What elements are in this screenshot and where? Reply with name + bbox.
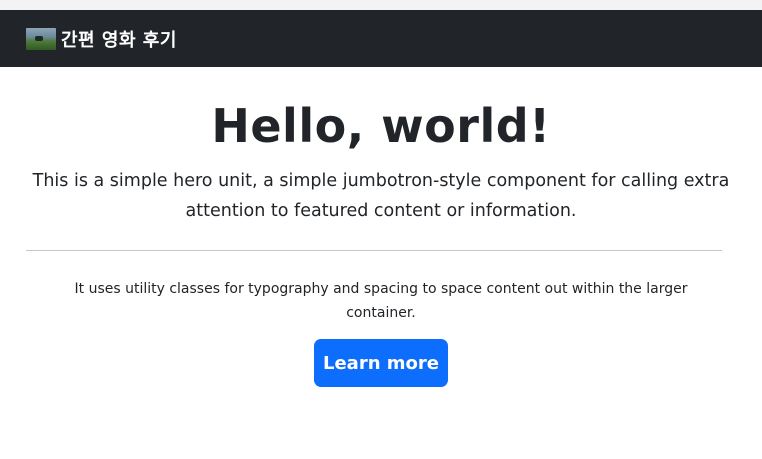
hero-lead-text: This is a simple hero unit, a simple jum… <box>32 171 730 221</box>
brand-text: 간편 영화 후기 <box>61 29 177 51</box>
hero-title: Hello, world! <box>211 99 551 153</box>
browser-top-strip <box>0 0 762 10</box>
hero-body-text: It uses utility classes for typography a… <box>74 281 688 321</box>
learn-more-button[interactable]: Learn more <box>314 339 448 387</box>
hero-divider <box>26 250 722 251</box>
brand-logo-icon <box>26 27 56 50</box>
navbar-brand[interactable]: 간편 영화 후기 <box>26 26 177 52</box>
navbar: 간편 영화 후기 <box>0 10 762 67</box>
hero-unit: Hello, world! This is a simple hero unit… <box>0 100 762 387</box>
